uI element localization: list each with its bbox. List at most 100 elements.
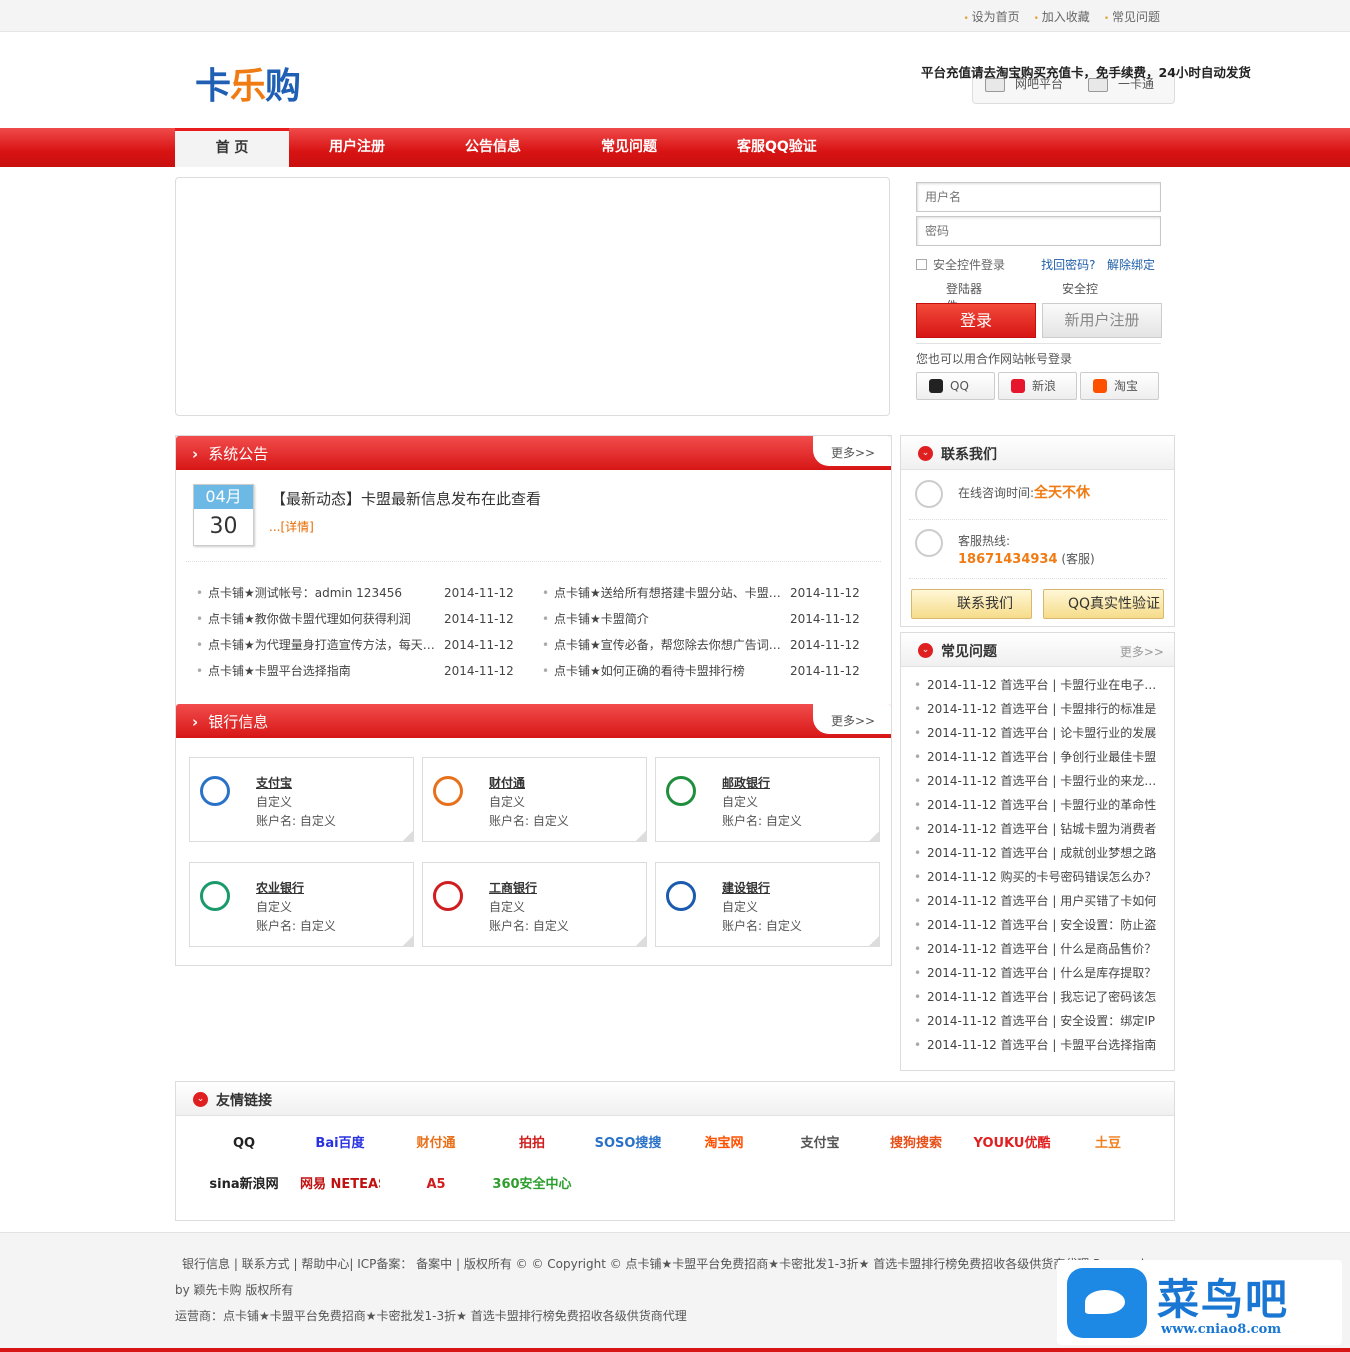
- launcher-link[interactable]: 登陆器: [946, 282, 982, 296]
- friend-link-logo[interactable]: 搜狗搜索: [876, 1129, 956, 1159]
- bank-header: 银行信息 更多>>: [176, 704, 891, 738]
- bank-card-abc[interactable]: 农业银行 自定义 账户名: 自定义: [189, 862, 414, 947]
- friend-link-logo[interactable]: YOUKU优酷: [972, 1129, 1052, 1159]
- date-badge: 04月 30: [193, 484, 254, 546]
- list-item[interactable]: 2014-11-12 首选平台 | 成就创业梦想之路: [901, 841, 1163, 865]
- notice-title: 系统公告: [192, 443, 268, 464]
- friend-link-logo[interactable]: Bai百度: [300, 1129, 380, 1159]
- list-item[interactable]: 2014-11-12 首选平台 | 卡盟行业的革命性: [901, 793, 1163, 817]
- faq-title: 常见问题: [941, 644, 997, 660]
- nav-item-notices[interactable]: 公告信息: [425, 128, 561, 167]
- watermark-url: www.cniao8.com: [1161, 1322, 1282, 1337]
- list-item[interactable]: 2014-11-12 首选平台 | 安全设置：防止盗: [901, 913, 1163, 937]
- add-favorite-link[interactable]: 加入收藏: [1034, 8, 1090, 25]
- tenpay-icon: [433, 776, 463, 806]
- main-nav: 首 页 用户注册 公告信息 常见问题 客服QQ验证: [0, 128, 1350, 167]
- find-password-link[interactable]: 找回密码?: [1041, 258, 1095, 272]
- friend-link-logo[interactable]: 财付通: [396, 1129, 476, 1159]
- list-item[interactable]: 2014-11-12 首选平台 | 安全设置：绑定IP: [901, 1009, 1163, 1033]
- list-item[interactable]: 点卡铺★卡盟平台选择指南2014-11-12: [196, 658, 526, 684]
- divider: [186, 561, 881, 562]
- login-button[interactable]: 登录: [916, 303, 1036, 338]
- friend-link-logo[interactable]: 支付宝: [780, 1129, 860, 1159]
- bank-card-postal[interactable]: 邮政银行 自定义 账户名: 自定义: [655, 757, 880, 842]
- detail-link[interactable]: ...[详情]: [269, 518, 314, 535]
- list-item[interactable]: 2014-11-12 首选平台 | 什么是商品售价？: [901, 937, 1163, 961]
- qq-login-button[interactable]: QQ: [916, 372, 995, 400]
- list-item[interactable]: 2014-11-12 首选平台 | 钻城卡盟为消费者: [901, 817, 1163, 841]
- set-homepage-link[interactable]: 设为首页: [963, 8, 1020, 25]
- login-options: 安全控件登录 找回密码? 解除绑定: [916, 256, 1161, 273]
- qq-verify-button[interactable]: QQ真实性验证: [1043, 589, 1164, 619]
- online-label: 在线咨询时间:: [958, 486, 1035, 500]
- list-item[interactable]: 2014-11-12 首选平台 | 卡盟排行的标准是: [901, 697, 1163, 721]
- list-item[interactable]: 点卡铺★卡盟简介2014-11-12: [542, 606, 872, 632]
- page-fold: [869, 831, 879, 841]
- ccb-bank-icon: [666, 881, 696, 911]
- friend-link-logo[interactable]: 360安全中心: [492, 1170, 572, 1200]
- list-item[interactable]: 2014-11-12 首选平台 | 卡盟平台选择指南: [901, 1033, 1163, 1057]
- friend-link-logo[interactable]: QQ: [204, 1129, 284, 1159]
- faq-top-link[interactable]: 常见问题: [1104, 8, 1160, 25]
- nav-item-qq-verify[interactable]: 客服QQ验证: [697, 128, 857, 167]
- taobao-login-button[interactable]: 淘宝: [1080, 372, 1159, 400]
- faq-more-link[interactable]: 更多>>: [1120, 643, 1164, 660]
- bank-more-link[interactable]: 更多>>: [813, 704, 891, 734]
- chevron-down-icon: ⌄: [918, 446, 933, 461]
- bank-card-alipay[interactable]: 支付宝 自定义 账户名: 自定义: [189, 757, 414, 842]
- footer-operator: 运营商：点卡铺★卡盟平台免费招商★卡密批发1-3折★ 首选卡盟排行榜免费招收各级…: [175, 1309, 687, 1323]
- list-item[interactable]: 点卡铺★如何正确的看待卡盟排行榜2014-11-12: [542, 658, 872, 684]
- friend-link-logo[interactable]: 拍拍: [492, 1129, 572, 1159]
- bank-card-tenpay[interactable]: 财付通 自定义 账户名: 自定义: [422, 757, 647, 842]
- friend-links-panel: ⌄ 友情链接 QQ Bai百度 财付通 拍拍 SOSO搜搜 淘宝网 支付宝 搜狗搜索 YOUKU优…: [175, 1081, 1175, 1221]
- list-item[interactable]: 2014-11-12 首选平台 | 争创行业最佳卡盟: [901, 745, 1163, 769]
- date-day: 30: [209, 514, 238, 539]
- friend-link-logo[interactable]: SOSO搜搜: [588, 1129, 668, 1159]
- list-item[interactable]: 2014-11-12 首选平台 | 卡盟行业的来龙去脉: [901, 769, 1163, 793]
- list-item[interactable]: 点卡铺★测试帐号：admin 1234562014-11-12: [196, 580, 526, 606]
- notice-more-link[interactable]: 更多>>: [813, 436, 891, 466]
- password-input[interactable]: [916, 216, 1161, 246]
- page-fold: [403, 831, 413, 841]
- watermark-title: 菜鸟吧: [1157, 1275, 1290, 1324]
- list-item[interactable]: 2014-11-12 首选平台 | 用户买错了卡如何: [901, 889, 1163, 913]
- nav-item-home[interactable]: 首 页: [175, 128, 289, 167]
- list-item[interactable]: 点卡铺★送给所有想搭建卡盟分站、卡盟子站2014-11-12: [542, 580, 872, 606]
- site-logo[interactable]: 卡乐购: [195, 57, 301, 109]
- contact-us-button[interactable]: 联系我们: [911, 589, 1032, 619]
- abc-bank-icon: [200, 881, 230, 911]
- bank-card-ccb[interactable]: 建设银行 自定义 账户名: 自定义: [655, 862, 880, 947]
- sina-login-button[interactable]: 新浪: [998, 372, 1077, 400]
- friend-link-logo[interactable]: sina新浪网: [204, 1170, 284, 1200]
- list-item[interactable]: 点卡铺★教你做卡盟代理如何获得利润2014-11-12: [196, 606, 526, 632]
- nav-item-register[interactable]: 用户注册: [289, 128, 425, 167]
- headline-link[interactable]: 【最新动态】卡盟最新信息发布在此查看: [271, 488, 541, 509]
- phone-icon: [915, 529, 943, 557]
- username-input[interactable]: [916, 182, 1161, 212]
- weibo-icon: [1011, 379, 1025, 393]
- list-item[interactable]: 2014-11-12 首选平台 | 卡盟行业在电子商务: [901, 673, 1163, 697]
- list-item[interactable]: 2014-11-12 首选平台 | 论卡盟行业的发展: [901, 721, 1163, 745]
- login-panel: 安全控件登录 找回密码? 解除绑定 登陆器安全控件 登录 新用户注册 您也可以用…: [916, 182, 1162, 400]
- list-item[interactable]: 点卡铺★为代理量身打造宣传方法，每天收益2014-11-12: [196, 632, 526, 658]
- friend-link-logo[interactable]: 网易 NETEASE: [300, 1170, 380, 1200]
- online-value: 全天不休: [1034, 485, 1091, 501]
- alipay-shield-icon: [200, 776, 230, 806]
- watermark: 菜鸟吧 www.cniao8.com: [1057, 1260, 1342, 1345]
- list-item[interactable]: 点卡铺★宣传必备，帮您除去你想广告词的烦恼2014-11-12: [542, 632, 872, 658]
- footer-links: 银行信息 | 联系方式 | 帮助中心| ICP备案： 备案中 | 版权所有 © …: [182, 1257, 1145, 1271]
- list-item[interactable]: 2014-11-12 购买的卡号密码错误怎么办？: [901, 865, 1163, 889]
- friend-link-logo[interactable]: 淘宝网: [684, 1129, 764, 1159]
- list-item[interactable]: 2014-11-12 首选平台 | 我忘记了密码该怎: [901, 985, 1163, 1009]
- safe-login-checkbox[interactable]: [916, 259, 927, 270]
- bank-card-icbc[interactable]: 工商银行 自定义 账户名: 自定义: [422, 862, 647, 947]
- register-button[interactable]: 新用户注册: [1042, 303, 1162, 338]
- friend-link-logo[interactable]: A5: [396, 1170, 476, 1200]
- list-item[interactable]: 2014-11-12 首选平台 | 什么是库存提取？: [901, 961, 1163, 985]
- friend-link-logo[interactable]: 土豆: [1068, 1129, 1148, 1159]
- notice-list-left: 点卡铺★测试帐号：admin 1234562014-11-12 点卡铺★教你做卡…: [196, 580, 526, 684]
- contact-title: 联系我们: [941, 447, 997, 463]
- unbind-link[interactable]: 解除绑定: [1107, 258, 1155, 272]
- nav-item-faq[interactable]: 常见问题: [561, 128, 697, 167]
- postal-bank-icon: [666, 776, 696, 806]
